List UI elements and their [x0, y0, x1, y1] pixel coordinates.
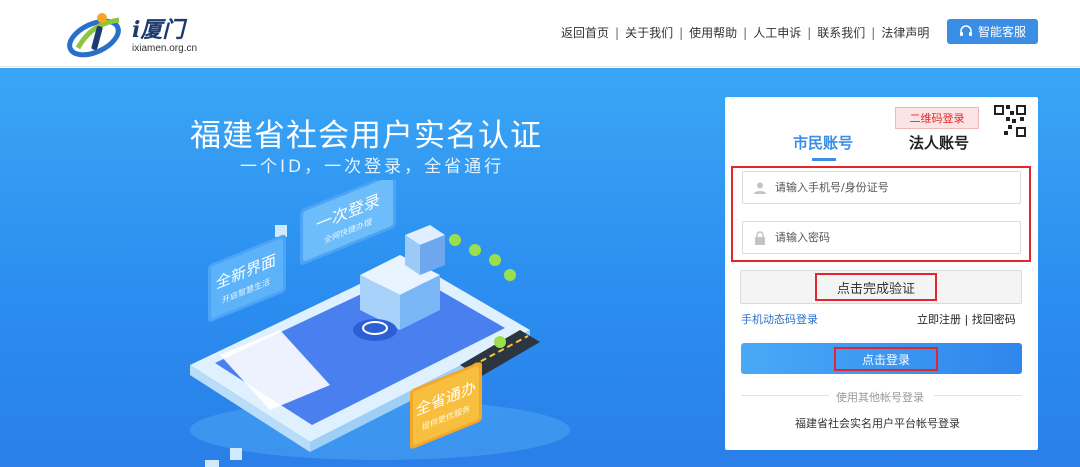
nav-separator: | — [743, 25, 748, 40]
password-field[interactable] — [742, 221, 1021, 254]
logo-title: i厦门 — [132, 17, 185, 43]
account-links: 立即注册 | 找回密码 — [917, 311, 1016, 327]
nav-separator: | — [871, 25, 876, 40]
sms-login-link[interactable]: 手机动态码登录 — [741, 311, 818, 327]
register-link[interactable]: 立即注册 — [917, 313, 961, 326]
qr-login-tag[interactable]: 二维码登录 — [895, 107, 979, 129]
password-input[interactable] — [775, 231, 995, 244]
nav-help[interactable]: 使用帮助 — [689, 24, 737, 41]
top-nav: 返回首页 | 关于我们 | 使用帮助 | 人工申诉 | 联系我们 | 法律声明 — [561, 24, 929, 41]
smart-service-button[interactable]: 智能客服 — [947, 19, 1038, 44]
smart-service-label: 智能客服 — [977, 25, 1026, 39]
headset-icon — [959, 24, 972, 36]
nav-home[interactable]: 返回首页 — [561, 24, 609, 41]
tab-citizen-account[interactable]: 市民账号 — [793, 132, 853, 153]
top-header: i厦门 ixiamen.org.cn 返回首页 | 关于我们 | 使用帮助 | … — [0, 0, 1080, 67]
active-tab-indicator — [812, 158, 836, 161]
phone-city-illustration: 全新界面 开启智慧生活 一次登录 全网快捷办理 全省通办 提供更优服务 — [190, 180, 570, 467]
hero-title: 福建省社会用户实名认证 — [190, 118, 542, 154]
nav-contact[interactable]: 联系我们 — [817, 24, 865, 41]
qr-code-icon[interactable] — [990, 103, 1030, 141]
divider-left — [741, 395, 829, 396]
login-label: 点击登录 — [861, 352, 910, 367]
platform-login-link[interactable]: 福建省社会实名用户平台帐号登录 — [795, 415, 960, 431]
nav-appeal[interactable]: 人工申诉 — [753, 24, 801, 41]
hero-subtitle: 一个ID，一次登录，全省通行 — [240, 157, 505, 177]
account-field[interactable] — [742, 171, 1021, 204]
nav-legal[interactable]: 法律声明 — [881, 24, 929, 41]
account-input[interactable] — [775, 181, 995, 194]
verify-label: 点击完成验证 — [836, 281, 915, 297]
lock-icon — [755, 230, 765, 245]
tab-legal-account[interactable]: 法人账号 — [909, 132, 969, 153]
link-separator: | — [964, 313, 972, 326]
nav-separator: | — [807, 25, 812, 40]
logo-url: ixiamen.org.cn — [132, 43, 198, 54]
other-login-label: 使用其他帐号登录 — [836, 391, 924, 404]
nav-separator: | — [679, 25, 684, 40]
user-icon — [754, 182, 766, 194]
nav-about[interactable]: 关于我们 — [625, 24, 673, 41]
nav-separator: | — [615, 25, 620, 40]
forgot-password-link[interactable]: 找回密码 — [972, 313, 1016, 326]
divider-right — [934, 395, 1022, 396]
